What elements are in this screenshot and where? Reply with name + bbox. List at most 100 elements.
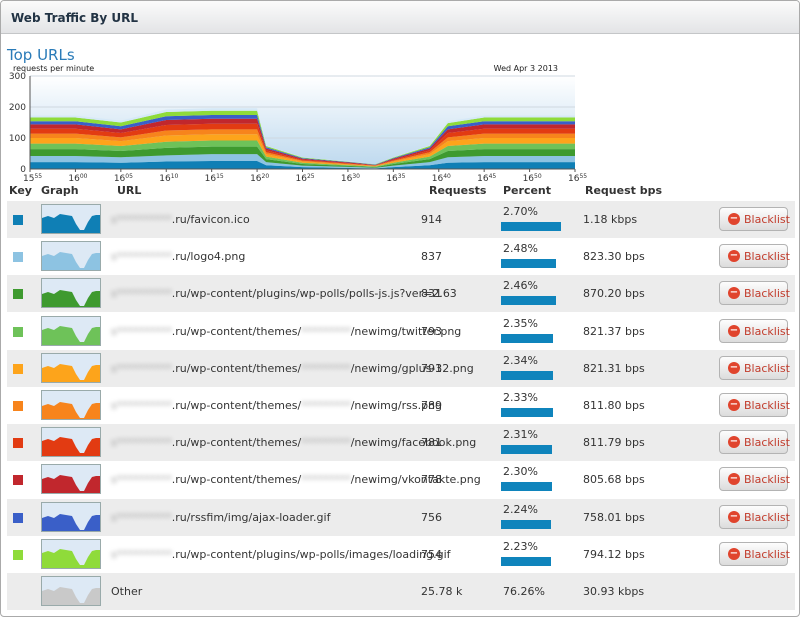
graph-sparkline [41, 204, 101, 234]
url-text: s**********.ru/wp-content/plugins/wp-pol… [111, 287, 457, 300]
percent-value: 2.35% [503, 316, 538, 330]
url-text: s**********.ru/wp-content/themes/*******… [111, 325, 461, 338]
sparkline-area [42, 513, 100, 531]
blurred-domain: s********** [111, 473, 172, 487]
sparkline-area [42, 214, 100, 233]
blacklist-label: Blacklist [744, 436, 790, 450]
blacklist-button[interactable]: − Blacklist [719, 430, 790, 455]
blacklist-label: Blacklist [744, 287, 790, 301]
requests-count: 793 [421, 324, 442, 338]
percent-value: 2.30% [503, 465, 538, 479]
sparkline-area [42, 325, 100, 345]
blacklist-icon: − [728, 547, 740, 560]
col-header-key: Key [9, 184, 32, 197]
key-swatch [13, 326, 23, 337]
request-bps: 805.68 bps [583, 473, 645, 487]
graph-sparkline [41, 538, 101, 569]
blacklist-button[interactable]: − Blacklist [719, 541, 790, 566]
percent-bar [501, 408, 553, 417]
requests-count: 756 [421, 510, 442, 524]
col-header-url: URL [117, 184, 142, 197]
blurred-theme: ********* [301, 473, 351, 487]
table-row: s**********.ru/wp-content/themes/*******… [7, 461, 795, 498]
requests-count: 781 [421, 436, 442, 450]
sparkline-shape [42, 513, 100, 531]
blacklist-button[interactable]: − Blacklist [719, 207, 790, 231]
sparkline-shape [42, 214, 100, 233]
sparkline-area [42, 363, 100, 382]
blacklist-label: Blacklist [744, 324, 790, 338]
key-swatch [13, 363, 23, 374]
table-row: s**********.ru/wp-content/themes/*******… [7, 349, 795, 387]
blacklist-button[interactable]: − Blacklist [719, 504, 790, 529]
blurred-domain: s********** [111, 399, 172, 412]
table-row: s**********.ru/wp-content/themes/*******… [7, 313, 795, 350]
sparkline-area [42, 402, 100, 419]
sparkline-area [42, 548, 100, 568]
x-tick-label: 1640 [432, 173, 451, 183]
x-tick-label: 1625 [296, 173, 315, 183]
traffic-area-chart: 3002001000requests per minute Wed Apr 3 2… [9, 64, 587, 183]
url-text: s**********.ru/wp-content/themes/*******… [111, 399, 442, 412]
x-tick-label: 1555 [23, 173, 42, 183]
url-text: s**********.ru/logo4.png [111, 250, 245, 263]
y-tick-label: 100 [9, 134, 26, 144]
url-path: .ru/wp-content/themes/ [171, 361, 302, 375]
blacklist-label: Blacklist [744, 250, 790, 264]
sparkline-area [42, 587, 100, 605]
percent-value: 2.46% [503, 279, 538, 293]
table-row: s**********.ru/favicon.ico 914 2.70% 1.18 k… [7, 201, 795, 238]
sparkline-shape [42, 325, 100, 345]
x-tick-label: 1630 [341, 173, 360, 183]
percent-bar [501, 222, 561, 231]
x-tick-label: 1615 [205, 173, 224, 183]
x-tick-label: 1645 [477, 173, 496, 183]
request-bps: 870.20 bps [583, 287, 645, 301]
request-bps: 758.01 bps [583, 510, 645, 524]
blurred-domain: s********** [111, 250, 172, 264]
blacklist-button[interactable]: − Blacklist [719, 318, 790, 343]
graph-sparkline [41, 576, 101, 606]
table-row: s**********.ru/wp-content/plugins/wp-pol… [7, 275, 795, 313]
blurred-theme: ********* [301, 324, 351, 338]
blacklist-label: Blacklist [744, 547, 790, 561]
col-header-requests: Requests [429, 184, 487, 197]
blurred-domain: s********** [111, 324, 172, 338]
blacklist-button[interactable]: − Blacklist [719, 355, 790, 380]
request-bps: 30.93 kbps [583, 585, 645, 598]
blacklist-button[interactable]: − Blacklist [719, 393, 790, 417]
request-bps: 1.18 kbps [583, 213, 638, 226]
percent-value: 2.34% [503, 353, 538, 367]
blacklist-label: Blacklist [744, 473, 790, 487]
url-path-suffix: /newimg/facebook.png [350, 436, 477, 450]
url-text: s**********.ru/wp-content/plugins/wp-pol… [111, 548, 451, 561]
graph-sparkline [41, 390, 101, 420]
blacklist-button[interactable]: − Blacklist [719, 281, 790, 306]
x-tick-label: 1610 [159, 173, 178, 183]
blacklist-icon: − [728, 361, 740, 374]
percent-bar [501, 333, 553, 343]
url-text: Other [111, 585, 142, 598]
request-bps: 811.79 bps [583, 436, 645, 450]
table-row: s**********.ru/wp-content/themes/*******… [7, 424, 795, 462]
blacklist-label: Blacklist [744, 510, 790, 524]
percent-value: 2.23% [503, 539, 538, 553]
blacklist-icon: − [728, 250, 740, 263]
requests-count: 837 [421, 250, 442, 264]
url-path: .ru/favicon.ico [171, 213, 250, 226]
col-header-bps: Request bps [585, 184, 663, 197]
blacklist-icon: − [728, 510, 740, 523]
blacklist-button[interactable]: − Blacklist [719, 244, 790, 269]
col-header-graph: Graph [41, 184, 79, 197]
sparkline-area [42, 252, 100, 271]
x-tick-label: 1635 [386, 173, 405, 183]
blurred-domain: s********** [111, 510, 172, 524]
request-bps: 821.31 bps [583, 361, 645, 375]
percent-value: 76.26% [503, 585, 545, 598]
blacklist-button[interactable]: − Blacklist [719, 467, 790, 492]
sparkline-shape [42, 363, 100, 382]
key-swatch [13, 215, 23, 225]
sparkline-area [42, 290, 100, 308]
blacklist-label: Blacklist [744, 213, 790, 226]
graph-sparkline [41, 352, 101, 383]
